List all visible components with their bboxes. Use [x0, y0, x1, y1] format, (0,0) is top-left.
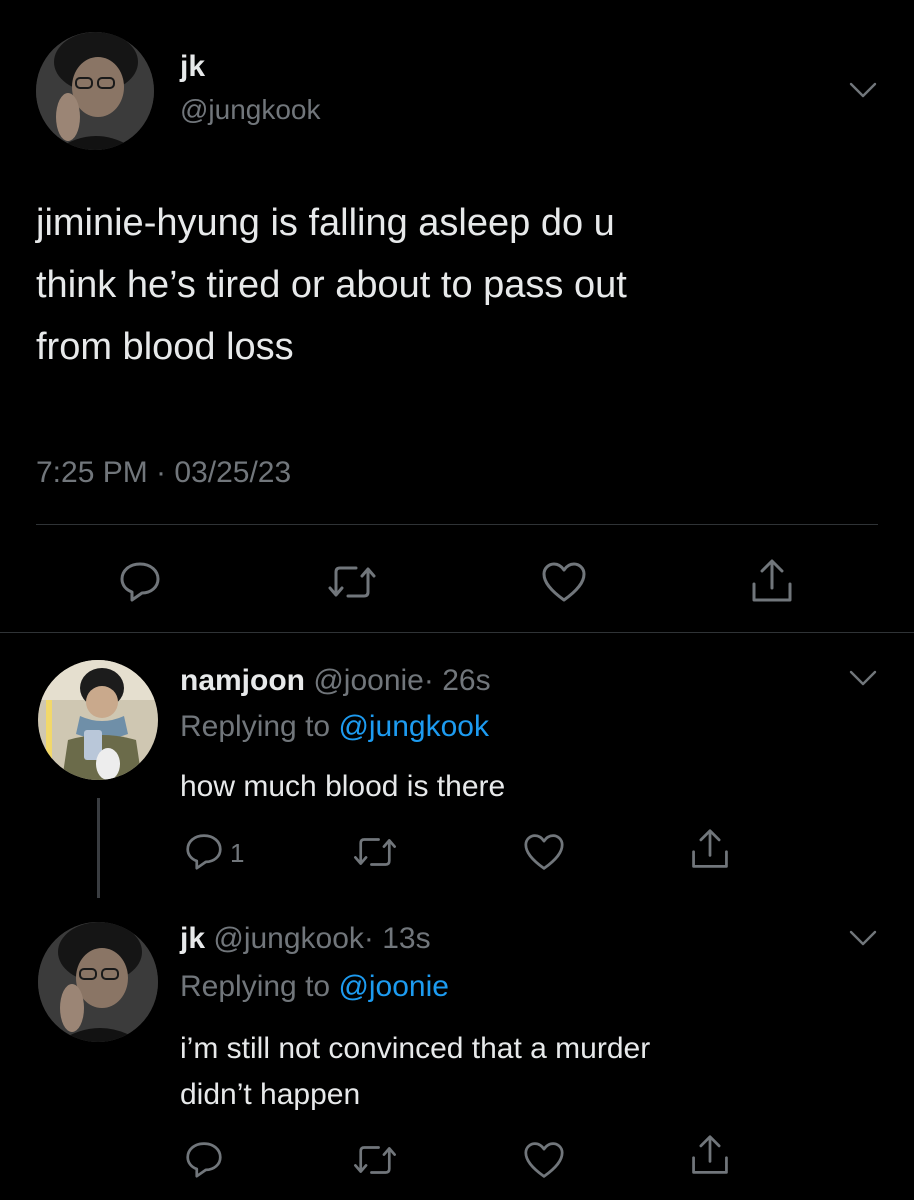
- like-icon[interactable]: [522, 832, 566, 872]
- chevron-down-icon[interactable]: [848, 668, 878, 688]
- thread-line: [97, 798, 100, 898]
- reply-count: 1: [230, 838, 245, 868]
- reply-text-line: didn’t happen: [180, 1078, 361, 1111]
- reply-header: jk @jungkook· 13s: [180, 922, 431, 956]
- reply-icon[interactable]: [118, 560, 162, 602]
- divider: [0, 632, 914, 633]
- replying-label: Replying to: [180, 710, 331, 743]
- reply-text-line: how much blood is there: [180, 770, 506, 803]
- chevron-down-icon[interactable]: [848, 928, 878, 948]
- reply-icon[interactable]: [184, 1140, 224, 1178]
- like-icon[interactable]: [522, 1140, 566, 1180]
- tweet-text-line: jiminie-hyung is falling asleep do u: [36, 202, 615, 244]
- share-icon[interactable]: [748, 558, 796, 604]
- retweet-icon[interactable]: [350, 1142, 400, 1178]
- tweet-text-line: from blood loss: [36, 326, 294, 368]
- reply-text: how much blood is there: [180, 766, 505, 808]
- avatar[interactable]: [38, 660, 158, 780]
- reply-time[interactable]: · 13s: [364, 922, 431, 955]
- tweet-text-line: think he’s tired or about to pass out: [36, 264, 627, 306]
- display-name[interactable]: namjoon: [180, 664, 305, 697]
- retweet-icon[interactable]: [350, 834, 400, 870]
- timestamp[interactable]: 7:25 PM · 03/25/23: [36, 456, 291, 490]
- handle[interactable]: @jungkook: [213, 922, 364, 955]
- replying-to: Replying to @joonie: [180, 970, 449, 1004]
- avatar[interactable]: [36, 32, 154, 150]
- divider: [36, 524, 878, 525]
- display-name[interactable]: jk: [180, 922, 205, 955]
- display-name[interactable]: jk: [180, 50, 205, 84]
- replying-to-link[interactable]: @joonie: [338, 970, 449, 1003]
- replying-to: Replying to @jungkook: [180, 710, 489, 744]
- chevron-down-icon[interactable]: [848, 80, 878, 100]
- tweet-text: jiminie-hyung is falling asleep do u thi…: [36, 192, 627, 378]
- handle[interactable]: @joonie: [313, 664, 424, 697]
- reply-text-line: i’m still not convinced that a murder: [180, 1032, 651, 1065]
- reply-header: namjoon @joonie· 26s: [180, 664, 491, 698]
- avatar[interactable]: [38, 922, 158, 1042]
- reply-icon[interactable]: [184, 832, 224, 870]
- handle[interactable]: @jungkook: [180, 94, 321, 126]
- share-icon[interactable]: [688, 828, 732, 870]
- like-icon[interactable]: [540, 560, 588, 604]
- reply-time[interactable]: · 26s: [424, 664, 491, 697]
- retweet-icon[interactable]: [324, 562, 380, 602]
- share-icon[interactable]: [688, 1134, 732, 1176]
- replying-to-link[interactable]: @jungkook: [338, 710, 489, 743]
- reply-text: i’m still not convinced that a murder di…: [180, 1026, 650, 1118]
- replying-label: Replying to: [180, 970, 331, 1003]
